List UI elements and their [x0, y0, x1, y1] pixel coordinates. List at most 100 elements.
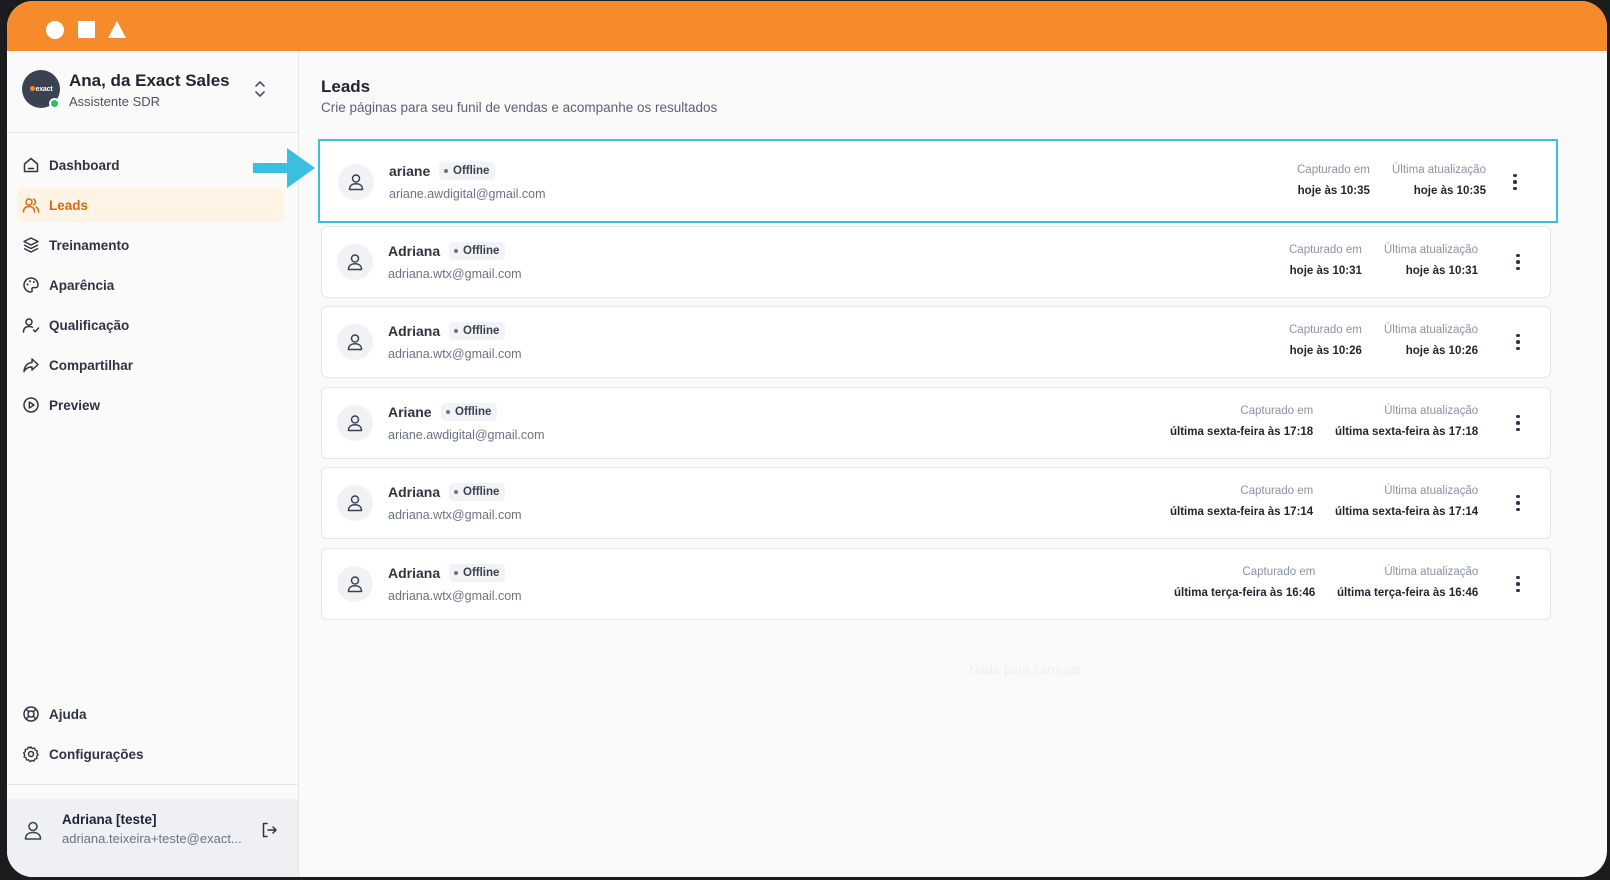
online-status-dot [49, 98, 60, 109]
updated-value: hoje às 10:31 [1405, 265, 1478, 277]
sidebar-item-treinamento[interactable]: Treinamento [17, 228, 284, 262]
more-options-icon[interactable] [1510, 331, 1526, 353]
captured-value: última sexta-feira às 17:18 [1170, 426, 1314, 438]
status-text: Offline [463, 245, 500, 257]
updated-label: Última atualização [1384, 244, 1478, 256]
lead-row[interactable]: Adriana Offline adriana.wtx@gmail.com Ca… [321, 306, 1551, 378]
sidebar-item-dashboard[interactable]: Dashboard [17, 148, 284, 182]
layers-icon [22, 236, 40, 254]
lead-row[interactable]: Adriana Offline adriana.wtx@gmail.com Ca… [321, 467, 1551, 539]
lead-email: ariane.awdigital@gmail.com [388, 428, 545, 442]
sidebar-item-label: Configurações [49, 746, 144, 762]
sidebar-item-ajuda[interactable]: Ajuda [17, 697, 284, 731]
status-badge: Offline [449, 564, 506, 582]
lead-avatar [338, 164, 374, 200]
lead-row[interactable]: Adriana Offline adriana.wtx@gmail.com Ca… [321, 226, 1551, 298]
updated-label: Última atualização [1392, 164, 1486, 176]
sidebar-item-label: Ajuda [49, 706, 87, 722]
play-circle-icon [22, 396, 40, 414]
status-dot [454, 249, 458, 253]
sidebar-item-label: Preview [49, 397, 101, 413]
captured-column: Capturado em hoje às 10:35 [1297, 164, 1370, 197]
captured-label: Capturado em [1289, 324, 1362, 336]
sidebar-item-label: Qualificação [49, 317, 130, 333]
captured-value: hoje às 10:35 [1297, 185, 1370, 197]
lead-email: adriana.wtx@gmail.com [388, 589, 522, 603]
app-window: exact Ana, da Exact Sales Assistente SDR… [7, 1, 1607, 877]
captured-column: Capturado em última terça-feira às 16:46 [1174, 566, 1315, 599]
updated-label: Última atualização [1384, 566, 1479, 578]
captured-column: Capturado em hoje às 10:26 [1289, 324, 1362, 357]
user-icon [24, 821, 42, 840]
updated-column: Última atualização última sexta-feira às… [1335, 405, 1478, 438]
captured-label: Capturado em [1240, 485, 1314, 497]
user-icon [347, 334, 363, 351]
lead-row[interactable]: ariane Offline ariane.awdigital@gmail.co… [318, 139, 1558, 223]
sidebar-item-configuracoes[interactable]: Configurações [17, 737, 284, 771]
status-dot [454, 571, 458, 575]
lead-avatar [337, 485, 373, 521]
logout-icon[interactable] [260, 821, 278, 839]
main-nav: Dashboard Leads Treinamento Aparência Qu… [7, 148, 298, 428]
captured-label: Capturado em [1297, 164, 1370, 176]
captured-column: Capturado em última sexta-feira às 17:18 [1170, 405, 1313, 438]
more-options-icon[interactable] [1510, 412, 1526, 434]
user-icon [347, 254, 363, 271]
users-icon [22, 196, 40, 214]
lead-name: Adriana [388, 243, 441, 259]
more-options-icon[interactable] [1510, 573, 1526, 595]
updated-column: Última atualização hoje às 10:35 [1392, 164, 1486, 197]
status-text: Offline [463, 567, 500, 579]
sidebar-item-aparencia[interactable]: Aparência [17, 268, 284, 302]
lead-email: ariane.awdigital@gmail.com [389, 187, 546, 201]
captured-value: última terça-feira às 16:46 [1174, 587, 1316, 599]
sidebar-item-label: Leads [49, 197, 89, 213]
agent-name: Ana, da Exact Sales [69, 71, 230, 90]
status-dot [454, 329, 458, 333]
lead-email: adriana.wtx@gmail.com [388, 267, 522, 281]
updated-value: última sexta-feira às 17:18 [1335, 426, 1479, 438]
updated-label: Última atualização [1384, 405, 1479, 417]
more-options-icon[interactable] [1507, 171, 1523, 193]
status-dot [444, 169, 448, 173]
chevron-up-down-icon[interactable] [251, 78, 269, 100]
captured-column: Capturado em última sexta-feira às 17:14 [1170, 485, 1313, 518]
triangle-icon [108, 21, 126, 38]
lead-row[interactable]: Adriana Offline adriana.wtx@gmail.com Ca… [321, 548, 1551, 620]
more-options-icon[interactable] [1510, 492, 1526, 514]
user-email: adriana.teixeira+teste@exact... [62, 831, 242, 846]
square-icon [78, 21, 95, 38]
sidebar-item-preview[interactable]: Preview [17, 388, 284, 422]
status-badge: Offline [449, 322, 506, 340]
empty-load-text: Nada para carregar [969, 662, 1082, 677]
user-name: Adriana [teste] [62, 812, 157, 827]
captured-column: Capturado em hoje às 10:31 [1289, 244, 1362, 277]
sidebar-item-compartilhar[interactable]: Compartilhar [17, 348, 284, 382]
main-content: Leads Crie páginas para seu funil de ven… [299, 51, 1607, 877]
lead-name: Ariane [388, 404, 432, 420]
updated-value: hoje às 10:26 [1405, 345, 1478, 357]
captured-value: hoje às 10:31 [1289, 265, 1362, 277]
lead-avatar [337, 324, 373, 360]
gear-icon [22, 745, 40, 763]
page-subtitle: Crie páginas para seu funil de vendas e … [321, 100, 718, 115]
captured-label: Capturado em [1240, 405, 1314, 417]
window-titlebar [7, 1, 1607, 51]
captured-value: hoje às 10:26 [1289, 345, 1362, 357]
updated-column: Última atualização última terça-feira às… [1337, 566, 1478, 599]
agent-switcher[interactable]: exact Ana, da Exact Sales Assistente SDR [7, 51, 298, 133]
more-options-icon[interactable] [1510, 251, 1526, 273]
sidebar-item-qualificacao[interactable]: Qualificação [17, 308, 284, 342]
status-badge: Offline [449, 242, 506, 260]
lead-row[interactable]: Ariane Offline ariane.awdigital@gmail.co… [321, 387, 1551, 459]
status-text: Offline [463, 486, 500, 498]
palette-icon [22, 276, 40, 294]
sidebar-item-leads[interactable]: Leads [17, 188, 284, 222]
user-profile[interactable]: Adriana [teste] adriana.teixeira+teste@e… [7, 799, 298, 877]
user-icon [348, 174, 364, 191]
status-badge: Offline [441, 403, 498, 421]
home-icon [22, 156, 40, 174]
user-icon [347, 495, 363, 512]
updated-label: Última atualização [1384, 485, 1479, 497]
status-text: Offline [463, 325, 500, 337]
